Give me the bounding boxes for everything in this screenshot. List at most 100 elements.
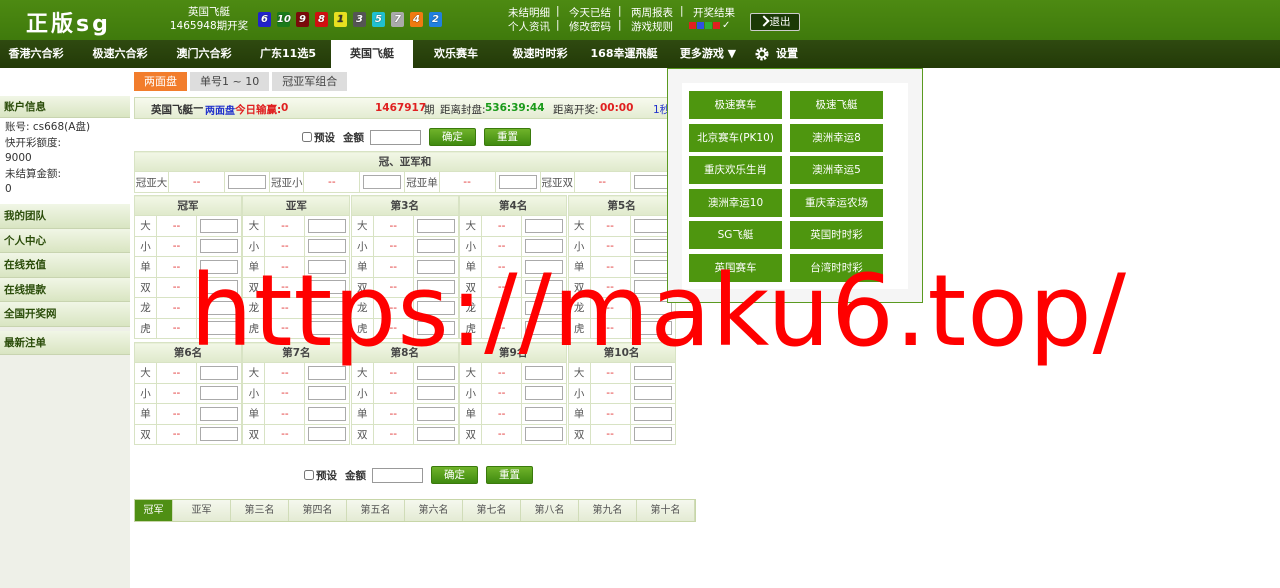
odds-value[interactable]: -- [264, 215, 306, 237]
tab-two-sides[interactable]: 两面盘 [134, 72, 187, 91]
position-tab[interactable]: 第十名 [637, 500, 695, 521]
nav-uk-airship[interactable]: 英国飞艇 [331, 40, 413, 68]
odds-value[interactable]: -- [303, 171, 361, 193]
position-tab[interactable]: 第五名 [347, 500, 405, 521]
preset-checkbox[interactable] [302, 132, 312, 142]
bet-amount-input[interactable] [200, 239, 238, 254]
bet-amount-input[interactable] [498, 175, 537, 189]
odds-value[interactable]: -- [589, 382, 631, 404]
reset-button[interactable]: 重置 [486, 466, 533, 484]
position-tab[interactable]: 第七名 [463, 500, 521, 521]
tab-champion-runnerup-combo[interactable]: 冠亚军组合 [272, 72, 348, 91]
odds-value[interactable]: -- [481, 423, 523, 445]
odds-value[interactable]: -- [372, 215, 414, 237]
odds-value[interactable]: -- [264, 382, 306, 404]
odds-value[interactable]: -- [156, 215, 197, 237]
bet-amount-input[interactable] [200, 427, 238, 442]
game-menu-item[interactable]: 重庆幸运农场 [790, 188, 883, 217]
sidebar-item-deposit[interactable]: 在线充值 [0, 253, 130, 278]
bet-amount-input[interactable] [308, 427, 347, 442]
nav-settings[interactable]: 设置 [754, 40, 798, 68]
odds-value[interactable]: -- [573, 171, 631, 193]
amount-input[interactable] [372, 467, 423, 483]
link-personal-info[interactable]: 个人资讯 [508, 19, 550, 34]
bet-amount-input[interactable] [416, 406, 455, 421]
link-unsettled-details[interactable]: 未结明细 [508, 5, 550, 20]
bet-amount-input[interactable] [363, 175, 402, 189]
bet-amount-input[interactable] [525, 427, 564, 442]
odds-value[interactable]: -- [156, 382, 197, 404]
bet-amount-input[interactable] [228, 175, 267, 189]
nav-happy-racing[interactable]: 欢乐赛车 [425, 40, 487, 68]
game-menu-item[interactable]: 北京赛车(PK10) [689, 123, 782, 152]
position-tab[interactable]: 冠军 [135, 500, 173, 521]
link-two-week-report[interactable]: 两周报表 [631, 5, 673, 20]
odds-value[interactable]: -- [372, 423, 414, 445]
odds-value[interactable]: -- [481, 215, 523, 237]
bet-amount-input[interactable] [525, 386, 564, 401]
position-tab[interactable]: 第六名 [405, 500, 463, 521]
nav-more-games[interactable]: 更多游戏 ▼ [672, 40, 744, 68]
nav-macau-mark-six[interactable]: 澳门六合彩 [170, 40, 238, 68]
bet-amount-input[interactable] [633, 406, 672, 421]
position-tab[interactable]: 亚军 [173, 500, 231, 521]
sidebar-item-national-lottery[interactable]: 全国开奖网 [0, 302, 130, 327]
nav-168-airship[interactable]: 168幸運飛艇 [588, 40, 660, 68]
bet-amount-input[interactable] [200, 386, 238, 401]
odds-value[interactable]: -- [156, 403, 197, 425]
odds-value[interactable]: -- [264, 423, 306, 445]
odds-value[interactable]: -- [372, 382, 414, 404]
amount-input[interactable] [370, 129, 421, 145]
bet-amount-input[interactable] [416, 218, 455, 233]
link-change-password[interactable]: 修改密码 [569, 19, 611, 34]
game-menu-item[interactable]: SG飞艇 [689, 221, 782, 249]
bet-amount-input[interactable] [633, 218, 672, 233]
position-tab[interactable]: 第三名 [231, 500, 289, 521]
site-logo[interactable]: 正版sg [26, 6, 111, 38]
game-menu-item[interactable]: 极速飞艇 [790, 91, 883, 119]
bet-amount-input[interactable] [525, 239, 564, 254]
link-draw-results[interactable]: 开奖结果 [693, 5, 735, 20]
preset-checkbox[interactable] [304, 470, 314, 480]
position-tab[interactable]: 第九名 [579, 500, 637, 521]
confirm-button[interactable]: 确定 [429, 128, 476, 146]
reset-button[interactable]: 重置 [484, 128, 531, 146]
position-tab[interactable]: 第四名 [289, 500, 347, 521]
tab-single-number[interactable]: 单号1 ~ 10 [190, 72, 270, 91]
odds-value[interactable]: -- [168, 171, 226, 193]
logout-button[interactable]: 退出 [750, 13, 800, 31]
nav-speed-ssc[interactable]: 极速时时彩 [504, 40, 576, 68]
bet-amount-input[interactable] [416, 386, 455, 401]
position-tab[interactable]: 第八名 [521, 500, 579, 521]
nav-hk-mark-six[interactable]: 香港六合彩 [0, 40, 72, 68]
odds-value[interactable]: -- [589, 403, 631, 425]
bet-amount-input[interactable] [633, 386, 672, 401]
confirm-button[interactable]: 确定 [431, 466, 478, 484]
odds-value[interactable]: -- [481, 403, 523, 425]
game-menu-item[interactable]: 澳洲幸运5 [790, 156, 883, 184]
odds-value[interactable]: -- [372, 403, 414, 425]
bet-amount-input[interactable] [200, 218, 238, 233]
sidebar-item-my-team[interactable]: 我的团队 [0, 204, 130, 229]
game-menu-item[interactable]: 澳洲幸运8 [790, 123, 883, 152]
bet-amount-input[interactable] [525, 218, 564, 233]
bet-amount-input[interactable] [416, 427, 455, 442]
odds-value[interactable]: -- [156, 423, 197, 445]
nav-speed-mark-six[interactable]: 极速六合彩 [86, 40, 154, 68]
game-menu-item[interactable]: 澳洲幸运10 [689, 188, 782, 217]
sidebar-item-personal-center[interactable]: 个人中心 [0, 228, 130, 253]
odds-value[interactable]: -- [264, 403, 306, 425]
bet-amount-input[interactable] [308, 218, 347, 233]
bet-amount-input[interactable] [633, 427, 672, 442]
game-menu-item[interactable]: 英国时时彩 [790, 221, 883, 249]
sidebar-item-withdraw[interactable]: 在线提款 [0, 277, 130, 302]
odds-value[interactable]: -- [589, 215, 631, 237]
odds-value[interactable]: -- [589, 423, 631, 445]
odds-value[interactable]: -- [481, 382, 523, 404]
bet-amount-input[interactable] [308, 406, 347, 421]
bet-amount-input[interactable] [200, 406, 238, 421]
bet-amount-input[interactable] [416, 239, 455, 254]
bet-amount-input[interactable] [633, 239, 672, 254]
game-menu-item[interactable]: 极速赛车 [689, 91, 782, 119]
link-settled-today[interactable]: 今天已结 [569, 5, 611, 20]
